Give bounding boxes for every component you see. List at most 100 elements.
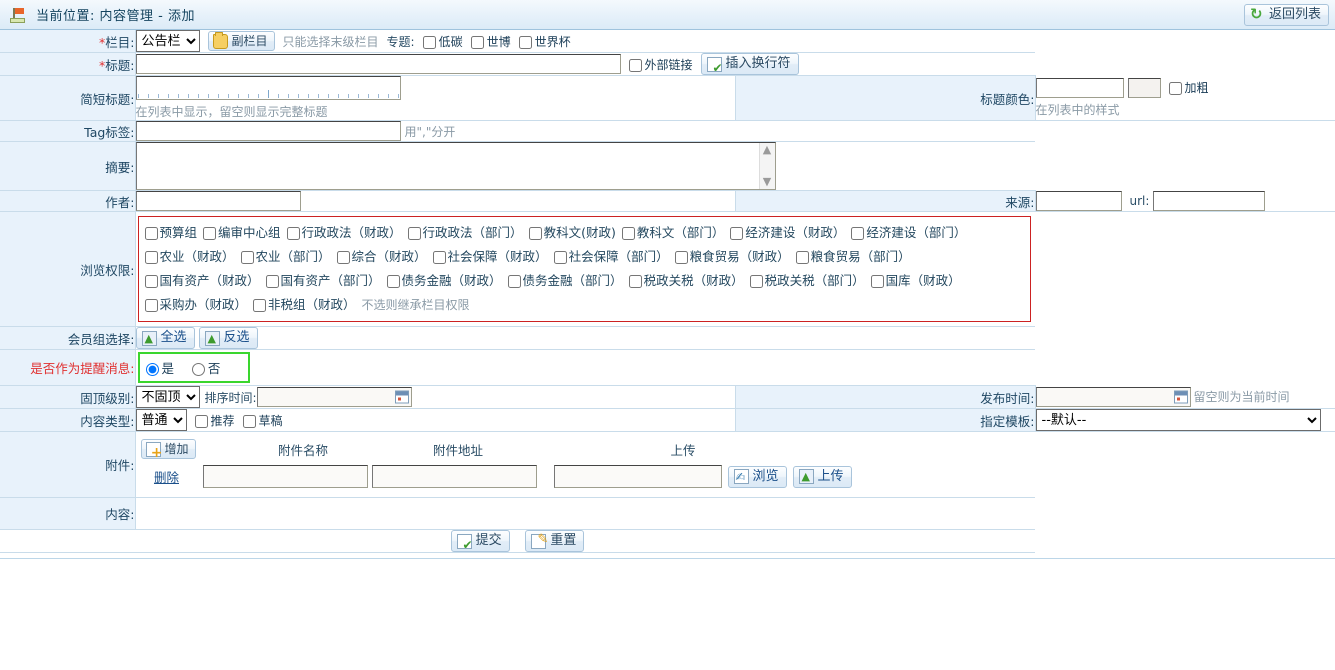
permission-checkbox-input[interactable] <box>240 251 254 264</box>
permission-checkbox-input[interactable] <box>432 251 446 264</box>
permission-checkbox-input[interactable] <box>407 227 421 240</box>
sort-time-input[interactable] <box>256 387 412 407</box>
invert-selection-button[interactable]: 反选 <box>198 327 258 349</box>
content-field-cell[interactable] <box>135 497 1035 530</box>
topic-checkbox-ditan[interactable]: 低碳 <box>422 33 463 50</box>
topic-checkbox-worldcup[interactable]: 世界杯 <box>518 33 571 50</box>
permission-checkbox[interactable]: 农业（部门） <box>240 249 331 264</box>
remind-radio-yes[interactable]: 是 <box>145 361 174 376</box>
scroll-down-icon[interactable]: ▼ <box>763 176 771 187</box>
permission-checkbox[interactable]: 国库（财政） <box>870 273 961 288</box>
reset-button[interactable]: 重置 <box>525 530 585 552</box>
remind-yes-input[interactable] <box>145 363 159 376</box>
permission-checkbox-input[interactable] <box>286 227 300 240</box>
permission-checkbox-input[interactable] <box>144 227 158 240</box>
insert-line-break-button[interactable]: 插入换行符 <box>700 53 799 75</box>
permission-checkbox-input[interactable] <box>851 227 865 240</box>
permission-checkbox[interactable]: 债务金融（部门） <box>507 273 623 288</box>
permission-checkbox[interactable]: 国有资产（部门） <box>265 273 381 288</box>
summary-scrollbar[interactable]: ▲ ▼ <box>758 143 775 189</box>
title-input[interactable] <box>135 54 621 74</box>
recommend-checkbox[interactable]: 推荐 <box>194 412 235 429</box>
permission-checkbox[interactable]: 债务金融（财政） <box>386 273 502 288</box>
permission-checkbox-input[interactable] <box>265 275 279 288</box>
short-title-input[interactable] <box>135 76 401 100</box>
tag-input[interactable] <box>135 121 401 141</box>
permission-checkbox[interactable]: 编审中心组 <box>203 225 281 240</box>
permission-checkbox[interactable]: 粮食贸易（财政） <box>674 249 790 264</box>
permission-checkbox-input[interactable] <box>386 275 400 288</box>
author-input[interactable] <box>135 191 301 211</box>
top-level-select[interactable]: 不固顶 <box>135 386 200 408</box>
url-input[interactable] <box>1153 190 1266 211</box>
calendar-icon[interactable] <box>394 390 409 404</box>
permission-checkbox[interactable]: 社会保障（部门） <box>553 249 669 264</box>
permission-checkbox-input[interactable] <box>336 251 350 264</box>
calendar-icon[interactable] <box>1173 390 1188 404</box>
permission-checkbox-input[interactable] <box>144 275 158 288</box>
permission-checkbox-input[interactable] <box>749 275 763 288</box>
permission-checkbox[interactable]: 综合（财政） <box>336 249 427 264</box>
delete-attachment-link[interactable]: 删除 <box>141 467 193 486</box>
permission-checkbox-input[interactable] <box>621 227 635 240</box>
attachment-address-input[interactable] <box>371 465 537 488</box>
permission-checkbox[interactable]: 行政政法（部门） <box>407 225 523 240</box>
permission-checkbox-input[interactable] <box>628 275 642 288</box>
permission-checkbox[interactable]: 非税组（财政） <box>253 297 356 312</box>
external-link-checkbox[interactable]: 外部链接 <box>628 56 693 73</box>
add-attachment-button[interactable]: 增加 <box>140 439 196 460</box>
recommend-input[interactable] <box>194 414 208 428</box>
publish-time-input[interactable] <box>1035 386 1191 407</box>
source-input[interactable] <box>1035 190 1122 211</box>
sub-column-button[interactable]: 副栏目 <box>207 31 275 51</box>
topic-checkbox-input[interactable] <box>422 35 436 49</box>
upload-button[interactable]: 上传 <box>792 465 852 488</box>
content-type-select[interactable]: 普通 <box>135 409 187 431</box>
permission-checkbox-input[interactable] <box>203 227 217 240</box>
permission-checkbox-input[interactable] <box>507 275 521 288</box>
permission-checkbox[interactable]: 税政关税（部门） <box>749 273 865 288</box>
permission-checkbox[interactable]: 经济建设（财政） <box>730 225 845 240</box>
permission-checkbox[interactable]: 税政关税（财政） <box>628 273 744 288</box>
permission-checkbox[interactable]: 社会保障（财政） <box>432 249 548 264</box>
permission-checkbox[interactable]: 预算组 <box>144 225 197 240</box>
external-link-input[interactable] <box>628 58 642 72</box>
browse-button[interactable]: 浏览 <box>727 465 787 488</box>
permission-checkbox-input[interactable] <box>730 227 744 240</box>
column-select[interactable]: 公告栏 <box>135 30 200 52</box>
permission-checkbox-input[interactable] <box>795 251 809 264</box>
title-color-input[interactable] <box>1035 77 1124 98</box>
permission-checkbox-input[interactable] <box>553 251 567 264</box>
permission-checkbox[interactable]: 粮食贸易（部门） <box>795 249 911 264</box>
permission-checkbox-input[interactable] <box>144 299 158 312</box>
permission-checkbox[interactable]: 农业（财政） <box>144 249 235 264</box>
permission-checkbox-input[interactable] <box>144 251 158 264</box>
permission-checkbox[interactable]: 经济建设（部门） <box>851 225 966 240</box>
attachment-file-input[interactable] <box>553 465 722 488</box>
return-to-list-button[interactable]: 返回列表 <box>1243 3 1329 26</box>
topic-checkbox-input[interactable] <box>518 35 532 49</box>
submit-button[interactable]: 提交 <box>450 530 510 552</box>
scroll-up-icon[interactable]: ▲ <box>763 144 771 155</box>
remind-radio-no[interactable]: 否 <box>191 361 220 376</box>
permission-checkbox[interactable]: 教科文（部门） <box>621 225 724 240</box>
permission-checkbox-input[interactable] <box>528 227 542 240</box>
remind-no-input[interactable] <box>191 363 205 376</box>
topic-checkbox-shibo[interactable]: 世博 <box>470 33 511 50</box>
title-color-swatch[interactable] <box>1127 77 1161 98</box>
topic-checkbox-input[interactable] <box>470 35 484 49</box>
permission-checkbox-input[interactable] <box>674 251 688 264</box>
permission-checkbox[interactable]: 教科文(财政) <box>528 225 616 240</box>
draft-checkbox[interactable]: 草稿 <box>242 412 283 429</box>
summary-textarea[interactable]: ▲ ▼ <box>135 142 776 190</box>
select-all-button[interactable]: 全选 <box>135 327 195 349</box>
permission-checkbox-input[interactable] <box>870 275 884 288</box>
template-select[interactable]: --默认-- <box>1035 409 1321 431</box>
attachment-name-input[interactable] <box>202 465 368 488</box>
permission-checkbox[interactable]: 国有资产（财政） <box>144 273 260 288</box>
permission-checkbox[interactable]: 行政政法（财政） <box>286 225 402 240</box>
permission-checkbox[interactable]: 采购办（财政） <box>144 297 247 312</box>
bold-checkbox[interactable]: 加粗 <box>1168 79 1209 96</box>
permission-checkbox-input[interactable] <box>253 299 267 312</box>
draft-input[interactable] <box>242 414 256 428</box>
